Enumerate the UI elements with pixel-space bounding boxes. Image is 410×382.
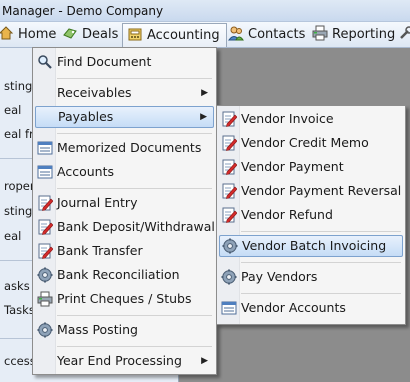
menu-item-label: Payables [58,109,114,124]
menu-item-memorized-documents[interactable]: Memorized Documents [35,137,214,159]
window-title: Manager - Demo Company [0,0,410,22]
menu-separator [57,78,212,79]
menu-item-bank-transfer[interactable]: Bank Transfer [35,240,214,262]
menu-item-label: Journal Entry [57,195,138,210]
printer-icon [312,25,328,41]
tools-icon [398,25,410,41]
menu-separator [57,315,212,316]
gear-icon [222,238,238,254]
menu-item-label: Receivables [57,85,132,100]
menu-item-mass-posting[interactable]: Mass Posting [35,319,214,341]
menubar-reporting[interactable]: Reporting [312,23,395,47]
left-nav-item[interactable]: sting [4,79,32,93]
list-icon [37,140,53,156]
menu-item-label: Print Cheques / Stubs [57,291,192,306]
menu-separator [57,188,212,189]
menu-item-vendor-refund[interactable]: Vendor Refund [219,204,403,226]
menu-item-label: Vendor Payment Reversal [241,183,402,198]
menu-item-payables[interactable]: Payables ▶ [35,106,214,128]
accounting-menu: Find Document Receivables ▶ Payables ▶ M… [32,47,217,375]
menu-item-vendor-batch-invoicing[interactable]: Vendor Batch Invoicing [219,235,403,257]
payables-submenu: Vendor Invoice Vendor Credit Memo Vendor… [216,105,406,325]
menu-item-label: Find Document [57,54,152,69]
document-pencil-icon [37,195,53,211]
menu-separator [57,346,212,347]
menu-item-label: Memorized Documents [57,140,202,155]
menubar-accounting-label: Accounting [147,28,220,43]
gear-icon [37,267,53,283]
submenu-arrow-icon: ▶ [200,112,207,122]
document-pencil-icon [221,183,237,199]
menu-item-vendor-payment[interactable]: Vendor Payment [219,156,403,178]
menu-item-year-end-processing[interactable]: Year End Processing ▶ [35,350,214,372]
menu-separator [241,293,401,294]
menubar-overflow[interactable] [398,23,410,47]
menu-item-label: Pay Vendors [241,269,318,284]
menubar-contacts-label: Contacts [248,27,306,42]
menubar-contacts[interactable]: Contacts [228,23,305,47]
menu-item-accounts[interactable]: Accounts [35,161,214,183]
document-pencil-icon [221,159,237,175]
accounting-icon [127,26,143,42]
list-icon [221,300,237,316]
menu-item-label: Accounts [57,164,114,179]
left-nav-item[interactable]: eal [4,229,21,243]
menu-item-label: Vendor Invoice [241,111,334,126]
menu-item-bank-deposit-withdrawal[interactable]: Bank Deposit/Withdrawal [35,216,215,238]
menu-item-label: Vendor Refund [241,207,333,222]
document-pencil-icon [37,243,53,259]
menubar-home-label: Home [18,27,57,42]
menubar-deals[interactable]: Deals [62,23,118,47]
submenu-arrow-icon: ▶ [201,88,208,98]
menu-item-pay-vendors[interactable]: Pay Vendors [219,266,403,288]
gear-icon [37,322,53,338]
menubar-deals-label: Deals [82,27,119,42]
menu-item-label: Vendor Accounts [241,300,346,315]
menu-item-vendor-payment-reversal[interactable]: Vendor Payment Reversal [219,180,403,202]
menu-item-receivables[interactable]: Receivables ▶ [35,82,214,104]
left-nav-item[interactable]: asks [4,279,30,293]
menu-item-label: Bank Reconciliation [57,267,180,282]
left-nav-item[interactable]: sting [4,204,32,218]
menu-item-label: Mass Posting [57,322,138,337]
menu-separator [241,231,401,232]
menu-item-label: Vendor Batch Invoicing [242,238,387,253]
menubar-reporting-label: Reporting [332,27,396,42]
contacts-icon [228,25,244,41]
menu-item-bank-reconciliation[interactable]: Bank Reconciliation [35,264,214,286]
menu-item-label: Vendor Credit Memo [241,135,369,150]
left-nav-item[interactable]: eal [4,103,21,117]
menubar-home[interactable]: Home [0,23,56,47]
menu-item-vendor-credit-memo[interactable]: Vendor Credit Memo [219,132,403,154]
menu-item-label: Bank Transfer [57,243,143,258]
menu-item-vendor-accounts[interactable]: Vendor Accounts [219,297,403,319]
menu-item-vendor-invoice[interactable]: Vendor Invoice [219,108,403,130]
gear-icon [221,269,237,285]
home-icon [0,25,14,41]
menu-separator [57,133,212,134]
left-nav-item[interactable]: Tasks [4,303,35,317]
document-pencil-icon [221,207,237,223]
list-icon [37,164,53,180]
submenu-arrow-icon: ▶ [201,356,208,366]
menu-separator [241,262,401,263]
main-menubar: Home Deals Accounting Contacts Reporting [0,22,410,48]
menubar-accounting[interactable]: Accounting [122,23,227,47]
menu-item-label: Bank Deposit/Withdrawal [57,219,215,234]
document-pencil-icon [221,111,237,127]
menu-item-label: Year End Processing [57,353,182,368]
document-pencil-icon [221,135,237,151]
document-pencil-icon [37,219,53,235]
menu-item-label: Vendor Payment [241,159,344,174]
menu-item-print-cheques[interactable]: Print Cheques / Stubs [35,288,214,310]
menu-item-journal-entry[interactable]: Journal Entry [35,192,214,214]
menu-item-find-document[interactable]: Find Document [35,51,214,73]
deals-icon [62,25,78,41]
search-icon [37,54,53,70]
printer-icon [37,291,53,307]
